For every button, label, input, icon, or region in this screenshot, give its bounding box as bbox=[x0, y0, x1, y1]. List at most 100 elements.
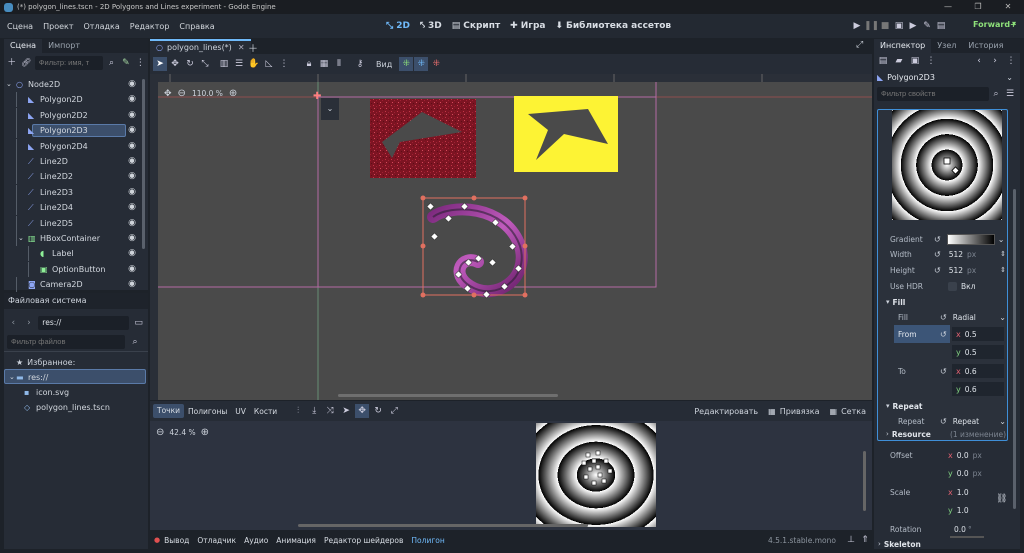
chevron-down-icon[interactable]: ⌄ bbox=[999, 417, 1006, 426]
tree-item-polygon2d4[interactable]: ◣ Polygon2D4 ◉ bbox=[4, 138, 144, 154]
path-field[interactable]: res:// bbox=[38, 316, 130, 330]
history-menu-icon[interactable]: ⋮ bbox=[1004, 54, 1018, 68]
chevron-down-icon[interactable]: ⌄ bbox=[998, 235, 1005, 244]
visibility-eye-icon[interactable]: ◉ bbox=[128, 169, 136, 184]
chevron-down-icon[interactable]: ▾ bbox=[886, 298, 890, 306]
snap-options-icon[interactable]: ⋮ bbox=[277, 57, 291, 71]
maximize-button[interactable]: ❐ bbox=[963, 0, 993, 14]
options-icon[interactable]: ☰ bbox=[1003, 87, 1017, 101]
chevron-right-icon[interactable]: › bbox=[886, 430, 889, 438]
collapse-panel-button[interactable]: ⌄ bbox=[321, 98, 339, 120]
chevron-down-icon[interactable]: ▾ bbox=[886, 402, 890, 410]
rotation-value[interactable]: 0.0 bbox=[954, 525, 966, 534]
from-y-value[interactable]: 0.5 bbox=[965, 348, 977, 357]
tree-item-line2d4[interactable]: ⟋ Line2D4 ◉ bbox=[4, 200, 144, 216]
repeat-value[interactable]: Repeat bbox=[953, 417, 979, 426]
chevron-down-icon[interactable]: ⌄ bbox=[9, 370, 15, 385]
visibility-eye-icon[interactable]: ◉ bbox=[128, 92, 136, 107]
menu-item[interactable]: Проект bbox=[38, 22, 78, 31]
tree-item-node2d[interactable]: ⌄ ○ Node2D ◉ bbox=[4, 77, 144, 92]
chevron-down-icon[interactable]: ⌄ bbox=[18, 231, 24, 246]
tree-item-optionbutton[interactable]: ▣ OptionButton ◉ bbox=[4, 261, 144, 277]
back-icon[interactable]: ‹ bbox=[7, 316, 20, 330]
bone-icon[interactable]: ⦀ bbox=[332, 57, 346, 71]
search-icon[interactable]: ⌕ bbox=[128, 335, 142, 349]
fill-value[interactable]: Radial bbox=[953, 313, 976, 322]
mode-game-button[interactable]: ✚ Игра bbox=[510, 21, 545, 31]
list-tool-icon[interactable]: ☰ bbox=[232, 57, 246, 71]
script-icon[interactable]: ✎ bbox=[120, 56, 131, 70]
play-icon[interactable]: ▶ bbox=[850, 19, 864, 33]
pause-icon[interactable]: ❚❚ bbox=[864, 19, 879, 33]
tab-polygon-3[interactable]: Кости bbox=[250, 407, 281, 416]
bottom-tab[interactable]: Аудио bbox=[240, 536, 272, 545]
repeat-section[interactable]: Repeat bbox=[893, 402, 923, 411]
visibility-eye-icon[interactable]: ◉ bbox=[128, 108, 136, 123]
key-icon[interactable]: ⚷ bbox=[353, 57, 367, 71]
offset-y-value[interactable]: 0.0 bbox=[957, 469, 969, 478]
add-tab-icon[interactable]: ＋ bbox=[248, 40, 258, 55]
chevron-right-icon[interactable]: › bbox=[878, 540, 881, 548]
mode-2d-button[interactable]: ⤡ 2D bbox=[386, 21, 410, 31]
scene-filter-input[interactable] bbox=[34, 56, 103, 70]
history-forward-icon[interactable]: › bbox=[988, 54, 1002, 68]
chevron-down-icon[interactable]: ⌄ bbox=[6, 77, 12, 92]
measure-tool-icon[interactable]: ◺ bbox=[262, 57, 276, 71]
minimize-button[interactable]: — bbox=[933, 0, 963, 14]
snap-toggle[interactable]: Привязка bbox=[780, 407, 820, 416]
bottom-tab[interactable]: Редактор шейдеров bbox=[320, 536, 407, 545]
visibility-eye-icon[interactable]: ◉ bbox=[128, 246, 136, 261]
height-value[interactable]: 512 bbox=[949, 266, 963, 275]
expand-bottom-icon[interactable]: ⇑ bbox=[858, 533, 872, 547]
visibility-eye-icon[interactable]: ◉ bbox=[128, 262, 136, 277]
uv-scrollbar-h[interactable] bbox=[298, 524, 588, 527]
edit-points-icon[interactable]: ⁜ bbox=[399, 57, 414, 71]
mode-script-button[interactable]: ▤ Скрипт bbox=[452, 21, 500, 31]
inspector-scrollbar[interactable] bbox=[1013, 189, 1016, 509]
checkbox-icon[interactable] bbox=[948, 281, 957, 291]
new-resource-icon[interactable]: ▤ bbox=[876, 54, 890, 68]
zoom-in-icon[interactable]: ⊕ bbox=[201, 427, 209, 438]
tab-polygon-0[interactable]: Точки bbox=[153, 404, 185, 418]
spin-icon[interactable]: ⇕ bbox=[1000, 250, 1006, 258]
scale-y-value[interactable]: 1.0 bbox=[957, 506, 969, 515]
visibility-eye-icon[interactable]: ◉ bbox=[128, 123, 136, 138]
from-x-value[interactable]: 0.5 bbox=[965, 330, 977, 339]
rotate-icon[interactable]: ↻ bbox=[371, 404, 385, 418]
uv-canvas[interactable]: ⊖ 42.4 % ⊕ bbox=[150, 421, 872, 530]
visibility-eye-icon[interactable]: ◉ bbox=[128, 200, 136, 215]
tree-item-label[interactable]: ◖ Label ◉ bbox=[4, 246, 144, 262]
tree-item-line2d3[interactable]: ⟋ Line2D3 ◉ bbox=[4, 184, 144, 200]
play-scene-icon[interactable]: ▶ bbox=[906, 19, 920, 33]
visibility-eye-icon[interactable]: ◉ bbox=[128, 154, 136, 169]
tab-import[interactable]: Импорт bbox=[42, 39, 86, 53]
link-icon[interactable]: 🔗︎ bbox=[20, 56, 31, 70]
play-custom-scene-icon[interactable]: ✎ bbox=[920, 19, 934, 33]
chevron-down-icon[interactable]: ⌄ bbox=[999, 313, 1006, 322]
scale-x-value[interactable]: 1.0 bbox=[957, 488, 969, 497]
visibility-eye-icon[interactable]: ◉ bbox=[128, 185, 136, 200]
file-item[interactable]: ◇ polygon_lines.tscn bbox=[4, 400, 146, 415]
link-scale-icon[interactable]: ⛓︎ bbox=[996, 494, 1007, 504]
distraction-free-icon[interactable]: ⤢ bbox=[856, 40, 863, 50]
visibility-eye-icon[interactable]: ◉ bbox=[128, 231, 136, 246]
search-icon[interactable]: ⌕ bbox=[106, 56, 117, 70]
offset-x-value[interactable]: 0.0 bbox=[957, 451, 969, 460]
uv-scrollbar-v[interactable] bbox=[863, 451, 866, 511]
menu-item[interactable]: Сцена bbox=[2, 22, 38, 31]
mode-asset-library-button[interactable]: ⬇ Библиотека ассетов bbox=[555, 21, 671, 31]
layout-icon[interactable]: ▭ bbox=[132, 316, 145, 330]
spin-icon[interactable]: ⇕ bbox=[1000, 266, 1006, 274]
rotation-slider[interactable] bbox=[950, 536, 984, 538]
file-filter-input[interactable] bbox=[7, 335, 125, 349]
history-back-icon[interactable]: ‹ bbox=[972, 54, 986, 68]
resource-menu-icon[interactable]: ⋮ bbox=[924, 54, 938, 68]
scale-points-icon[interactable]: ⤨ bbox=[323, 404, 337, 418]
zoom-level[interactable]: 110.0 % bbox=[192, 89, 223, 98]
select-icon[interactable]: ➤ bbox=[339, 404, 353, 418]
grid-toggle[interactable]: Сетка bbox=[841, 407, 866, 416]
save-resource-icon[interactable]: ▣ bbox=[908, 54, 922, 68]
forward-icon[interactable]: › bbox=[23, 316, 36, 330]
scale-tool-icon[interactable]: ⤡ bbox=[198, 57, 212, 71]
bottom-tab[interactable]: Полигон bbox=[407, 536, 448, 545]
